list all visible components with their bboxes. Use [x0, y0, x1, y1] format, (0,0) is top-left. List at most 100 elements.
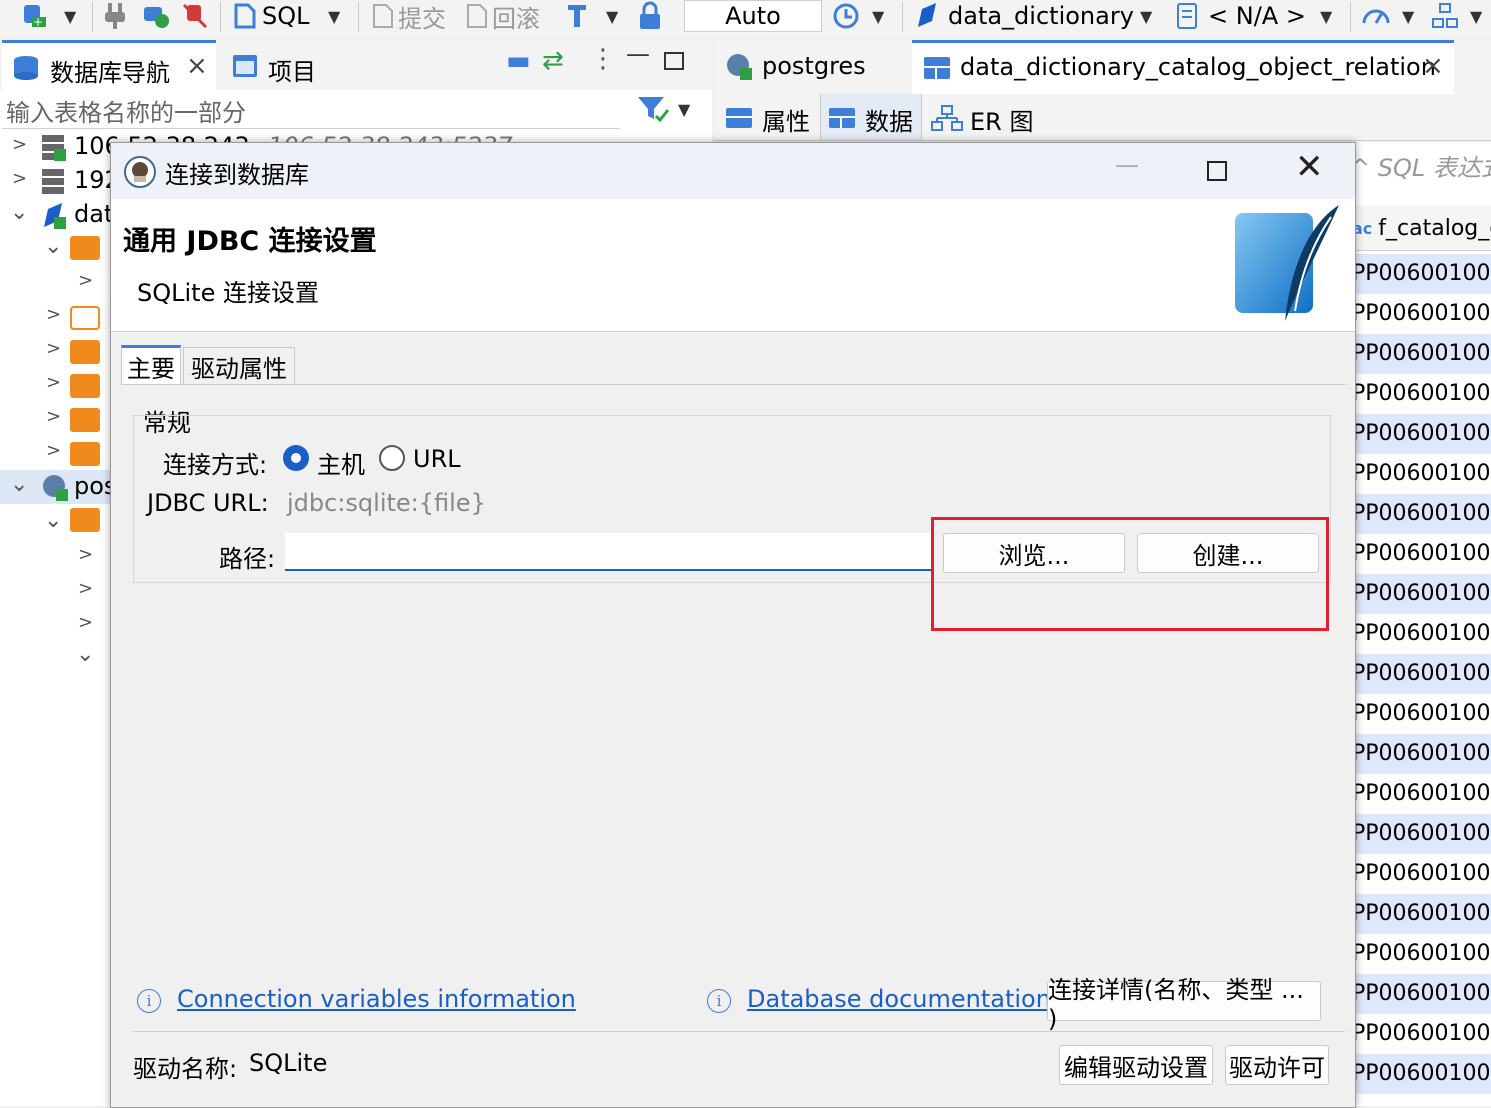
database-documentation-link[interactable]: Database documentation: [747, 985, 1051, 1013]
sql-editor-button[interactable]: SQL: [230, 0, 310, 32]
schema-label: < N/A >: [1208, 2, 1306, 30]
subtab-data[interactable]: 数据: [820, 94, 922, 140]
history-icon[interactable]: [830, 0, 862, 32]
table-row[interactable]: PP006001004: [1352, 294, 1491, 334]
edit-driver-button[interactable]: 编辑驱动设置: [1059, 1045, 1213, 1085]
tab-table[interactable]: data_dictionary_catalog_object_relation …: [912, 40, 1454, 94]
tree-item-selected[interactable]: ⌄ pos: [0, 470, 116, 504]
dashboard-icon[interactable]: [1360, 0, 1392, 32]
chevron-right-icon: >: [12, 134, 28, 155]
disconnect-icon[interactable]: [180, 0, 210, 32]
datasource-selector[interactable]: data_dictionary: [912, 0, 1134, 32]
table-row[interactable]: PP006001004: [1352, 614, 1491, 654]
more-options-icon[interactable]: ⋮: [590, 44, 616, 74]
tab-db-navigator[interactable]: 数据库导航 ×: [2, 40, 216, 92]
sql-filter-input[interactable]: ^ SQL 表达式: [1350, 148, 1491, 188]
table-row[interactable]: PP006001004: [1352, 414, 1491, 454]
datasource-dropdown-icon[interactable]: ▼: [1140, 0, 1152, 32]
transaction-mode-field[interactable]: Auto: [684, 0, 822, 32]
table-row[interactable]: PP006001004: [1352, 734, 1491, 774]
new-connection-dropdown-icon[interactable]: ▼: [64, 0, 76, 32]
table-row[interactable]: PP006001004: [1352, 254, 1491, 294]
table-row[interactable]: PP006001004: [1352, 1014, 1491, 1054]
rollback-button[interactable]: 回滚: [462, 0, 540, 33]
tab-postgres[interactable]: postgres: [716, 40, 912, 94]
table-row[interactable]: PP006001004: [1352, 1054, 1491, 1094]
connection-variables-link[interactable]: Connection variables information: [177, 985, 576, 1013]
lock-icon[interactable]: [636, 0, 664, 32]
table-row[interactable]: PP006001004: [1352, 934, 1491, 974]
chevron-down-icon[interactable]: ⌄: [44, 234, 62, 259]
subtab-er[interactable]: ER 图: [924, 94, 1036, 140]
folder-icon: [70, 442, 100, 466]
subtab-properties[interactable]: 属性: [720, 94, 820, 140]
chevron-right-icon[interactable]: >: [46, 372, 61, 393]
chevron-down-icon[interactable]: ⌄: [76, 642, 94, 667]
dbeaver-logo-icon: [124, 156, 156, 188]
filter-dropdown-icon[interactable]: ▼: [678, 100, 690, 119]
chevron-right-icon[interactable]: >: [46, 440, 61, 461]
rollback-label: 回滚: [492, 4, 540, 33]
jdbc-url-field[interactable]: jdbc:sqlite:{file}: [285, 485, 1319, 521]
sqlite-logo-icon: [1235, 205, 1339, 321]
column-header[interactable]: ac f_catalog_c: [1352, 206, 1491, 251]
minimize-icon[interactable]: —: [626, 40, 650, 68]
table-row[interactable]: PP006001004: [1352, 974, 1491, 1014]
link-with-editor-icon[interactable]: ⇄: [542, 46, 564, 76]
close-icon[interactable]: ×: [186, 51, 208, 81]
driver-license-button[interactable]: 驱动许可: [1225, 1045, 1329, 1085]
table-row[interactable]: PP006001004: [1352, 694, 1491, 734]
radio-url[interactable]: [379, 445, 405, 471]
history-dropdown-icon[interactable]: ▼: [872, 0, 884, 32]
table-row[interactable]: PP006001004: [1352, 574, 1491, 614]
chevron-down-icon[interactable]: ⌄: [44, 508, 62, 533]
close-icon[interactable]: ✕: [1295, 147, 1324, 187]
schema-dropdown-icon[interactable]: ▼: [1320, 0, 1332, 32]
chevron-right-icon[interactable]: >: [46, 338, 61, 359]
commit-button[interactable]: 提交: [368, 0, 446, 33]
sql-dropdown-icon[interactable]: ▼: [328, 0, 340, 32]
plug-icon[interactable]: [102, 0, 130, 32]
dashboard-dropdown-icon[interactable]: ▼: [1402, 0, 1414, 32]
dialog-header-title: 通用 JDBC 连接设置: [123, 226, 377, 257]
maximize-icon[interactable]: [1207, 161, 1227, 181]
table-row[interactable]: PP006001004: [1352, 854, 1491, 894]
tab-driver-properties[interactable]: 驱动属性: [183, 347, 295, 385]
filter-icon[interactable]: [636, 94, 670, 128]
table-row[interactable]: PP006001004: [1352, 454, 1491, 494]
database-folder-icon: [70, 508, 100, 532]
reconnect-icon[interactable]: [140, 0, 172, 32]
table-row[interactable]: PP006001004: [1352, 894, 1491, 934]
close-icon[interactable]: ×: [1422, 51, 1444, 81]
table-row[interactable]: PP006001004: [1352, 534, 1491, 574]
table-row[interactable]: PP006001004: [1352, 814, 1491, 854]
chevron-right-icon[interactable]: >: [78, 578, 93, 599]
table-row[interactable]: PP006001004: [1352, 654, 1491, 694]
path-input[interactable]: [285, 533, 931, 571]
folder-icon: [70, 408, 100, 432]
chevron-right-icon[interactable]: >: [46, 406, 61, 427]
transaction-dropdown-icon[interactable]: ▼: [606, 0, 618, 32]
tab-projects[interactable]: 项目: [226, 40, 376, 90]
radio-host[interactable]: [283, 445, 309, 471]
minimize-icon[interactable]: —: [1115, 151, 1139, 179]
maximize-icon[interactable]: [664, 52, 684, 70]
new-connection-icon[interactable]: +: [18, 0, 52, 32]
transaction-mode-icon[interactable]: [562, 0, 592, 32]
schema-selector[interactable]: < N/A >: [1174, 0, 1306, 32]
table-row[interactable]: PP006001004: [1352, 334, 1491, 374]
rollback-icon: [467, 4, 487, 28]
table-row[interactable]: PP006001004: [1352, 374, 1491, 414]
structure-icon[interactable]: [1430, 0, 1460, 32]
connection-details-button[interactable]: 连接详情(名称、类型 ... ): [1047, 976, 1321, 1033]
chevron-right-icon[interactable]: >: [78, 612, 93, 633]
table-row[interactable]: PP006001004: [1352, 774, 1491, 814]
structure-dropdown-icon[interactable]: ▼: [1470, 0, 1482, 32]
tab-main[interactable]: 主要: [121, 345, 181, 385]
navigator-filter-input[interactable]: 输入表格名称的一部分: [2, 92, 622, 128]
chevron-right-icon[interactable]: >: [78, 544, 93, 565]
chevron-right-icon[interactable]: >: [46, 304, 61, 325]
chevron-right-icon[interactable]: >: [78, 270, 93, 291]
table-row[interactable]: PP006001004: [1352, 494, 1491, 534]
collapse-icon[interactable]: ▬: [506, 46, 531, 76]
